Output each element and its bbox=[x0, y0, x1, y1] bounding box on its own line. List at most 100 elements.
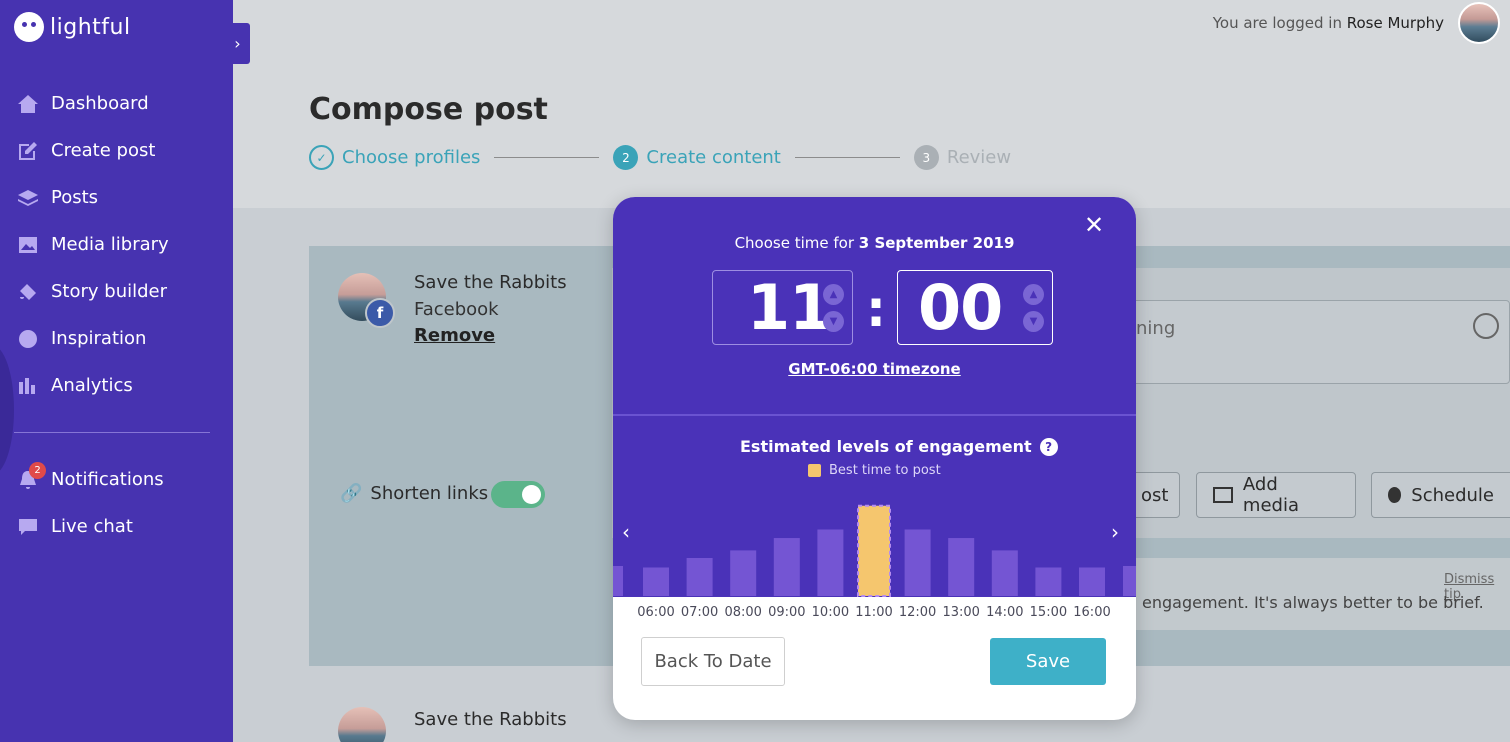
step-connector bbox=[794, 157, 900, 158]
chart-bar[interactable] bbox=[817, 529, 844, 597]
legend-label: Best time to post bbox=[829, 463, 941, 478]
post-text-input[interactable] bbox=[1130, 300, 1510, 384]
minute-field[interactable]: 00 ▲ ▼ bbox=[897, 270, 1053, 345]
sidebar-item-create-post[interactable]: Create post bbox=[0, 127, 233, 174]
stack-icon bbox=[17, 188, 39, 208]
save-button[interactable]: Save bbox=[990, 638, 1106, 685]
schedule-button[interactable]: Schedule bbox=[1371, 472, 1510, 518]
help-icon[interactable]: ? bbox=[1039, 437, 1058, 456]
shorten-links-label: Shorten links bbox=[370, 483, 489, 504]
chevron-right-icon[interactable]: › bbox=[1111, 520, 1119, 544]
chart-tick-label: 16:00 bbox=[1073, 605, 1110, 620]
sidebar-item-label: Dashboard bbox=[51, 93, 149, 114]
chart-tick-label: 13:00 bbox=[942, 605, 979, 620]
logo[interactable]: lightful bbox=[14, 12, 131, 42]
chart-bar[interactable] bbox=[773, 538, 800, 596]
step-label: Create content bbox=[646, 147, 781, 168]
emoji-icon[interactable] bbox=[1473, 313, 1499, 339]
selected-date: 3 September 2019 bbox=[858, 234, 1015, 252]
chart-bar[interactable] bbox=[904, 529, 931, 597]
sidebar-item-analytics[interactable]: Analytics bbox=[0, 362, 233, 409]
chart-bar[interactable] bbox=[1079, 567, 1105, 597]
edit-icon bbox=[17, 141, 39, 161]
profile-network: Facebook bbox=[414, 299, 499, 320]
chevron-right-icon: › bbox=[234, 34, 241, 53]
chart-tick-label: 15:00 bbox=[1030, 605, 1067, 620]
logo-icon bbox=[14, 12, 44, 42]
sidebar-item-posts[interactable]: Posts bbox=[0, 174, 233, 221]
sidebar-item-media-library[interactable]: Media library bbox=[0, 221, 233, 268]
chart-bar[interactable] bbox=[1035, 567, 1062, 597]
sidebar: lightful Dashboard Create post Posts Med… bbox=[0, 0, 233, 742]
chevron-left-icon[interactable]: ‹ bbox=[622, 520, 630, 544]
hour-field[interactable]: 11 ▲ ▼ bbox=[712, 270, 853, 345]
step-create-content[interactable]: 2 Create content bbox=[613, 145, 781, 170]
hour-spinner: ▲ ▼ bbox=[823, 283, 844, 332]
stepper: ✓ Choose profiles 2 Create content 3 Rev… bbox=[309, 145, 1011, 170]
chart-tick-label: 08:00 bbox=[724, 605, 761, 620]
sidebar-item-inspiration[interactable]: Inspiration bbox=[0, 315, 233, 362]
timezone-link[interactable]: GMT-06:00 timezone bbox=[613, 360, 1136, 378]
logo-text: lightful bbox=[50, 14, 131, 40]
chart-legend: Best time to post bbox=[808, 463, 941, 478]
chevron-down-icon[interactable]: ▼ bbox=[1023, 310, 1044, 332]
chart-bar-highlight[interactable] bbox=[857, 504, 891, 597]
chart-bar[interactable] bbox=[991, 550, 1018, 596]
step-connector bbox=[494, 157, 600, 158]
bar-chart-icon bbox=[17, 376, 39, 396]
sidebar-item-label: Inspiration bbox=[51, 328, 147, 349]
hour-value: 11 bbox=[747, 271, 832, 344]
modal-divider bbox=[613, 414, 1136, 416]
shorten-links: 🔗 Shorten links bbox=[340, 483, 488, 504]
chart-bar[interactable] bbox=[730, 550, 757, 596]
back-to-date-button[interactable]: Back To Date bbox=[641, 637, 785, 686]
chevron-up-icon[interactable]: ▲ bbox=[1023, 283, 1044, 305]
image-icon bbox=[1213, 487, 1233, 503]
sidebar-item-live-chat[interactable]: Live chat bbox=[0, 503, 233, 550]
sidebar-item-story-builder[interactable]: Story builder bbox=[0, 268, 233, 315]
step-review[interactable]: 3 Review bbox=[913, 145, 1012, 170]
profile2-avatar bbox=[338, 707, 386, 742]
facebook-icon: f bbox=[365, 298, 395, 328]
profile2-name: Save the Rabbits bbox=[414, 709, 567, 730]
schedule-label: Schedule bbox=[1411, 484, 1494, 506]
chevron-down-icon[interactable]: ▼ bbox=[823, 310, 844, 332]
user-name: Rose Murphy bbox=[1346, 14, 1444, 32]
chart-tick-label: 14:00 bbox=[986, 605, 1023, 620]
chevron-up-icon[interactable]: ▲ bbox=[823, 283, 844, 305]
link-icon: 🔗 bbox=[340, 483, 363, 504]
main-nav: Dashboard Create post Posts Media librar… bbox=[0, 80, 233, 409]
chart-tick-label: 09:00 bbox=[768, 605, 805, 620]
sidebar-item-label: Posts bbox=[51, 187, 99, 208]
close-icon[interactable]: ✕ bbox=[1083, 213, 1105, 237]
sidebar-item-label: Media library bbox=[51, 234, 169, 255]
sidebar-item-dashboard[interactable]: Dashboard bbox=[0, 80, 233, 127]
add-media-label: Add media bbox=[1242, 474, 1299, 516]
chart-tick-label: 07:00 bbox=[681, 605, 718, 620]
chart-bar-partial bbox=[1123, 566, 1136, 596]
step-label: Review bbox=[946, 147, 1012, 168]
add-media-button[interactable]: Add media bbox=[1196, 472, 1356, 518]
chart-bar[interactable] bbox=[643, 567, 669, 597]
engagement-title-text: Estimated levels of engagement bbox=[740, 437, 1032, 456]
time-separator: : bbox=[866, 280, 886, 338]
chart-bar[interactable] bbox=[948, 538, 975, 596]
chart-tick-label: 11:00 bbox=[855, 605, 892, 620]
step-choose-profiles[interactable]: ✓ Choose profiles bbox=[309, 145, 480, 170]
engagement-title: Estimated levels of engagement ? bbox=[740, 437, 1058, 456]
shorten-links-toggle[interactable] bbox=[491, 481, 545, 508]
chart-bar[interactable] bbox=[686, 558, 713, 596]
chart-bar-partial bbox=[613, 566, 623, 596]
user-avatar[interactable] bbox=[1458, 2, 1500, 44]
sidebar-item-label: Notifications bbox=[51, 469, 164, 490]
minute-spinner: ▲ ▼ bbox=[1023, 283, 1044, 332]
legend-swatch bbox=[808, 464, 821, 477]
paint-icon bbox=[17, 282, 39, 302]
login-prefix: You are logged in bbox=[1212, 14, 1342, 32]
choose-time-heading: Choose time for 3 September 2019 bbox=[613, 234, 1136, 252]
sidebar-collapse-button[interactable]: › bbox=[225, 23, 250, 64]
sidebar-item-label: Create post bbox=[51, 140, 156, 161]
remove-profile-link[interactable]: Remove bbox=[414, 325, 495, 346]
home-icon bbox=[17, 94, 39, 114]
step-number: 3 bbox=[913, 145, 939, 170]
